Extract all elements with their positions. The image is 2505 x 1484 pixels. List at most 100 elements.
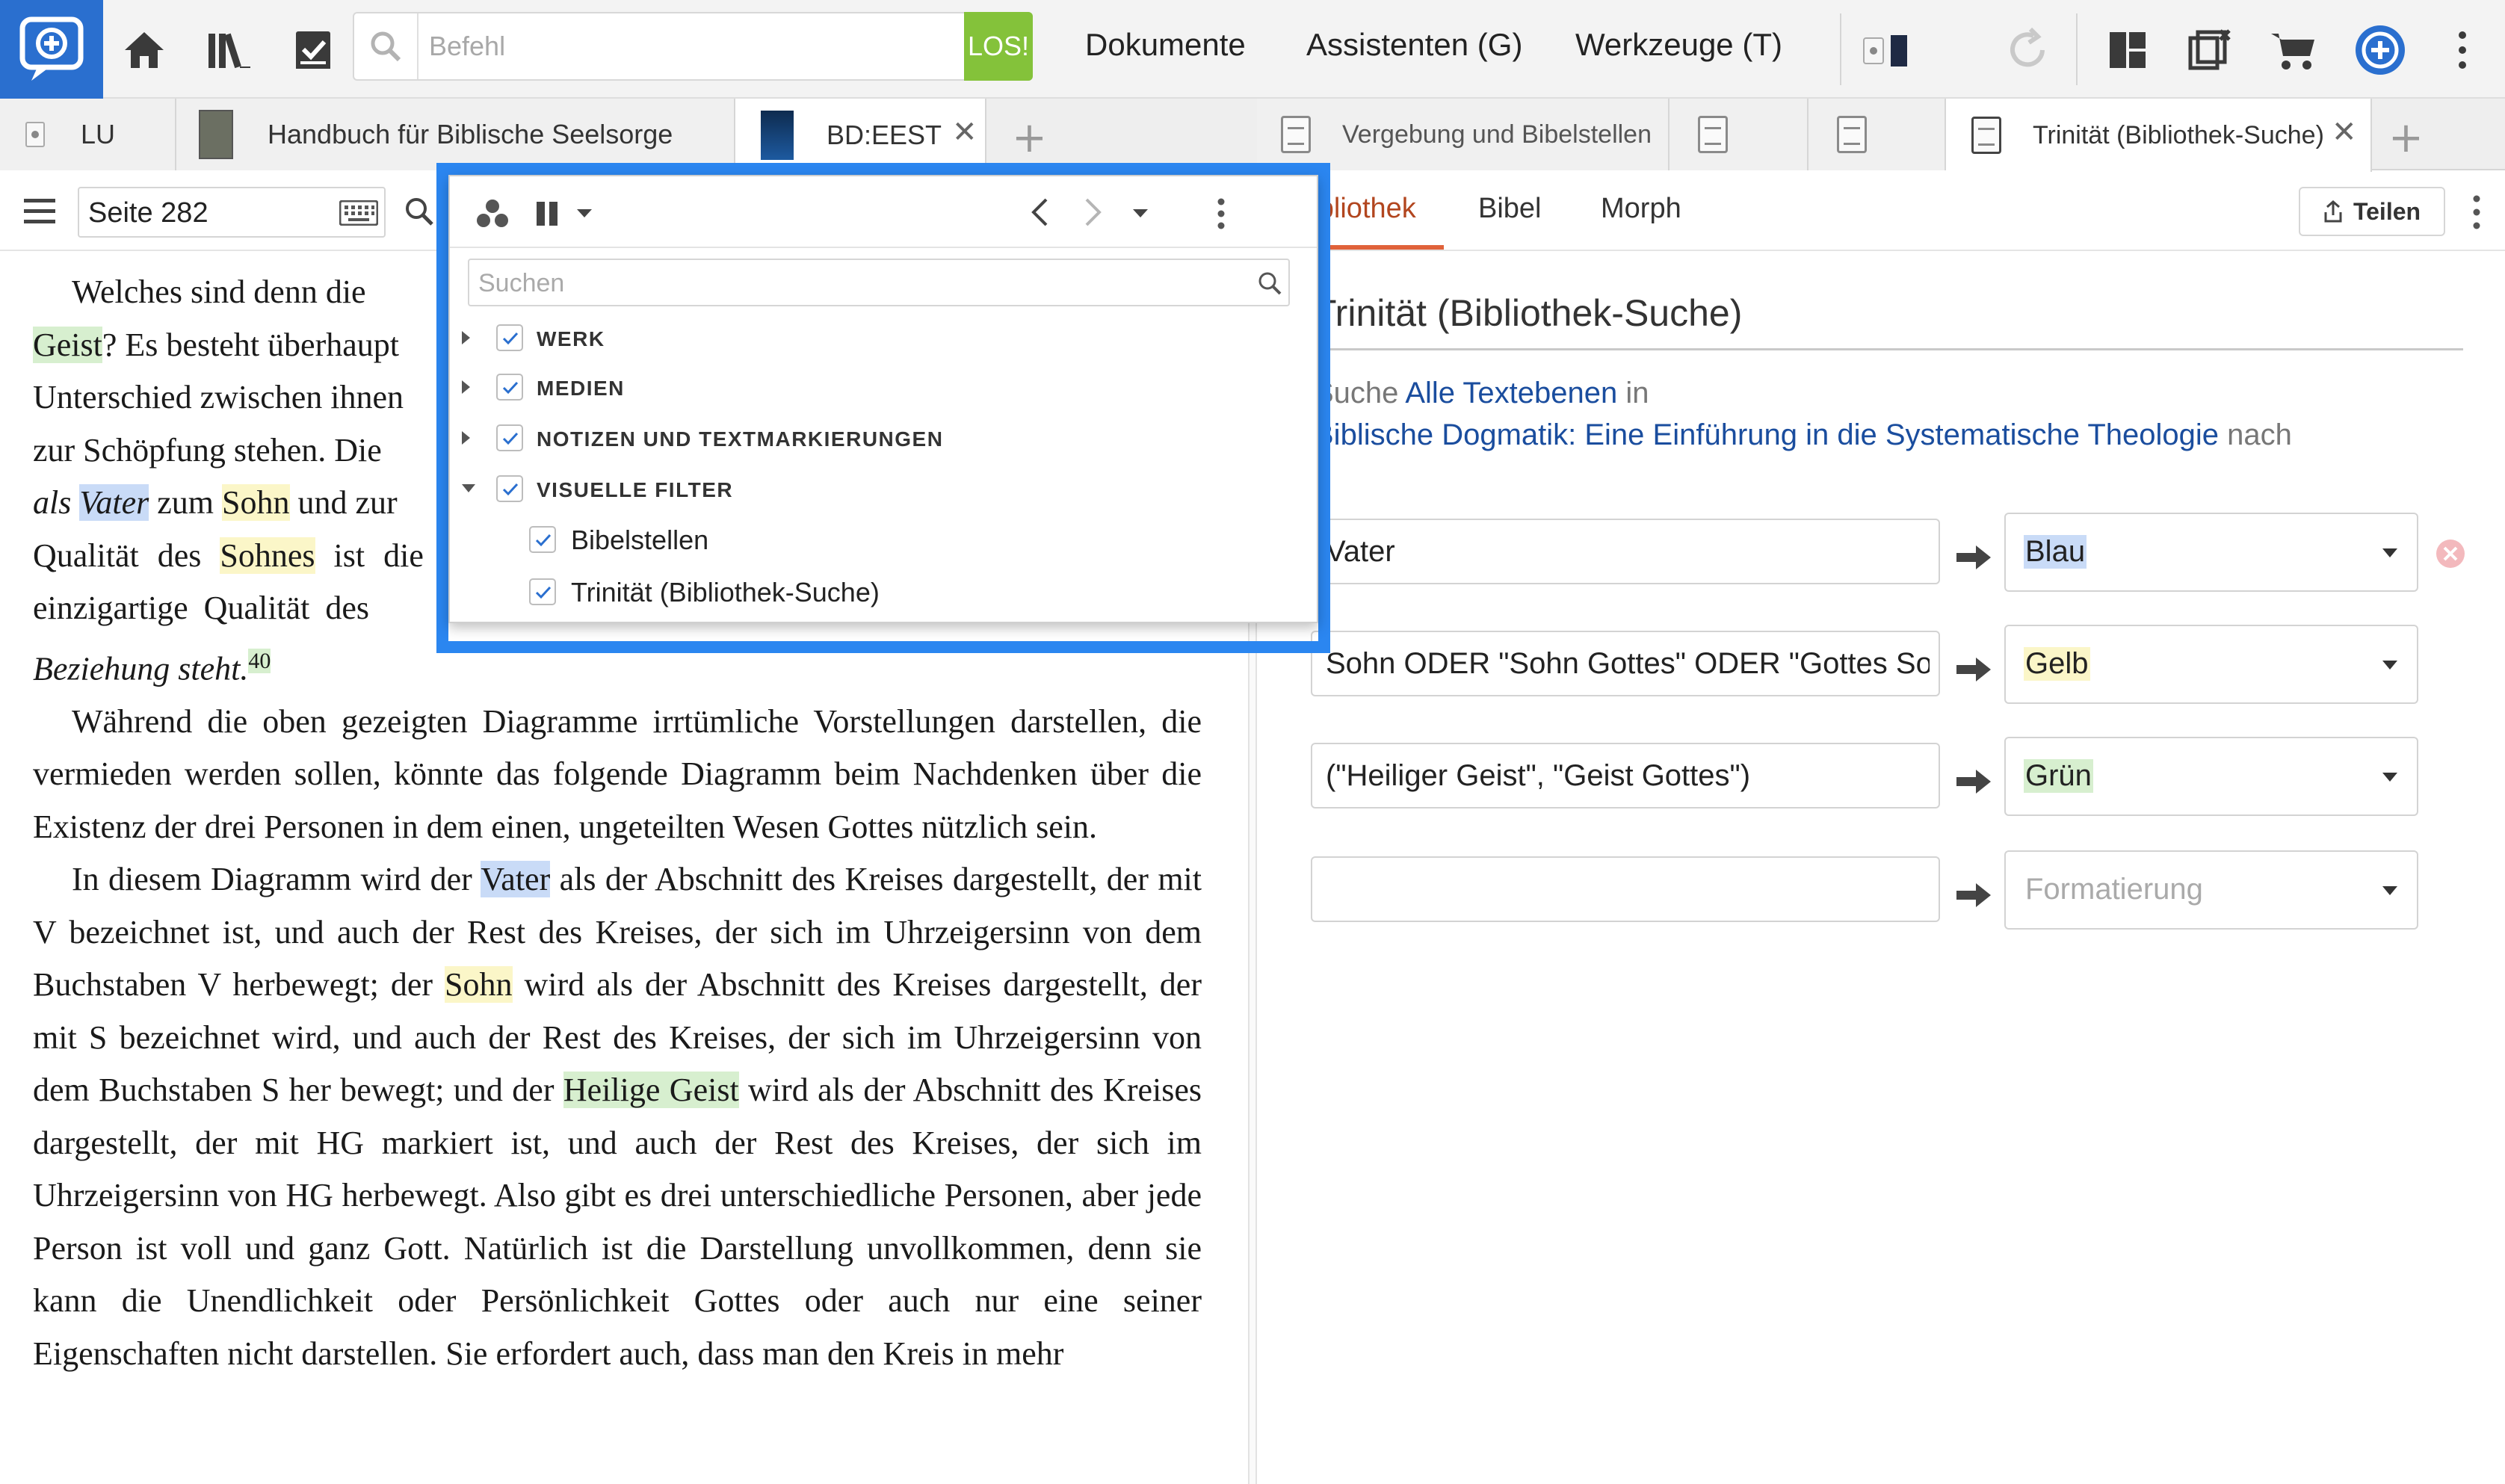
tab-trinitaet[interactable]: Trinität (Bibliothek-Suche) ✕ [1946, 99, 2372, 172]
format-dropdown[interactable]: Grün [2004, 737, 2418, 816]
highlight-sohn[interactable]: Sohn [222, 484, 290, 521]
filter-search-field [468, 259, 1290, 306]
close-all-panels-icon[interactable] [2176, 16, 2243, 84]
layout-thumbnail-icon[interactable] [1853, 16, 1921, 84]
keyboard-icon[interactable] [339, 200, 378, 226]
filter-label: Trinität (Bibliothek-Suche) [571, 577, 880, 607]
home-icon[interactable] [111, 16, 178, 84]
go-button[interactable]: LOS! [964, 12, 1033, 81]
filter-checkbox[interactable] [496, 475, 523, 502]
logos-logo-icon[interactable] [0, 0, 103, 99]
share-button[interactable]: Teilen [2299, 187, 2445, 236]
text-levels-link[interactable]: Alle Textebenen [1405, 377, 1617, 409]
page-input[interactable] [88, 196, 312, 230]
text-fragment: Qualität des [33, 537, 220, 574]
reader-paragraph: Qualität des Sohnes ist die [33, 530, 451, 583]
filter-row-werk[interactable]: WERK [450, 315, 1317, 360]
remove-rule-icon[interactable] [2435, 538, 2466, 569]
visual-filter-icon[interactable] [475, 199, 510, 229]
highlight-vater[interactable]: Vater [79, 484, 149, 521]
menu-documents[interactable]: Dokumente [1085, 27, 1246, 63]
scope-text: nach [2219, 418, 2292, 451]
layouts-icon[interactable] [2094, 16, 2161, 84]
caret-down-icon[interactable] [577, 209, 592, 218]
command-input[interactable] [429, 24, 922, 69]
format-dropdown[interactable]: Gelb [2004, 625, 2418, 704]
history-caret-icon[interactable] [1133, 209, 1148, 218]
search-term-field[interactable]: ("Heiliger Geist", "Geist Gottes") [1311, 743, 1940, 809]
highlight-sohnes[interactable]: Sohnes [220, 537, 315, 574]
tab-handbuch[interactable]: Handbuch für Biblische Seelsorge [176, 99, 735, 170]
tab-document-3[interactable] [1809, 99, 1946, 170]
highlight-geist[interactable]: Geist [33, 326, 102, 363]
filter-row-bibelstellen[interactable]: Bibelstellen [450, 517, 1317, 562]
more-vertical-icon[interactable] [2472, 194, 2481, 230]
expand-icon[interactable] [462, 331, 470, 344]
format-dropdown[interactable]: Formatierung [2004, 850, 2418, 930]
filter-row-medien[interactable]: MEDIEN [450, 365, 1317, 409]
tab-document-2[interactable] [1670, 99, 1809, 170]
search-term-text: Vater [1326, 535, 1395, 568]
resource-link[interactable]: Biblische Dogmatik: Eine Einführung in d… [1314, 418, 2219, 451]
back-arrow-icon[interactable] [1030, 197, 1049, 227]
add-tab-icon[interactable]: + [2388, 114, 2424, 162]
tab-vergebung[interactable]: Vergebung und Bibelstellen [1257, 99, 1670, 170]
search-term-field[interactable] [1311, 856, 1940, 922]
search-icon[interactable] [404, 196, 435, 227]
expand-icon[interactable] [462, 380, 470, 394]
filter-checkbox[interactable] [529, 526, 556, 553]
search-term-field[interactable]: Vater [1311, 519, 1940, 584]
sync-icon[interactable] [1994, 16, 2061, 84]
filter-checkbox[interactable] [496, 374, 523, 401]
more-vertical-icon[interactable] [2429, 16, 2496, 84]
caret-down-icon [2382, 773, 2397, 782]
close-icon[interactable]: ✕ [952, 115, 977, 149]
highlight-vater[interactable]: Vater [481, 861, 551, 898]
menu-tools[interactable]: Werkzeuge (T) [1575, 27, 1782, 63]
highlight-heilige-geist[interactable]: Heilige Geist [563, 1072, 739, 1109]
cart-icon[interactable] [2260, 16, 2327, 84]
filter-label: NOTIZEN UND TEXTMARKIERUNGEN [537, 427, 944, 451]
filter-row-notizen[interactable]: NOTIZEN UND TEXTMARKIERUNGEN [450, 415, 1317, 460]
tab-morph[interactable]: Morph [1601, 193, 1681, 225]
book-cover-icon [761, 111, 794, 160]
filter-label: MEDIEN [537, 377, 625, 400]
close-icon[interactable]: ✕ [2332, 115, 2357, 149]
text-fragment: Unterschied zwischen ihnen [33, 379, 404, 415]
reader-paragraph: Während die oben gezeigten Diagramme irr… [33, 702, 1202, 845]
filter-checkbox[interactable] [496, 424, 523, 451]
tab-lu[interactable]: LU [0, 99, 176, 170]
filter-checkbox[interactable] [496, 324, 523, 351]
add-tab-icon[interactable]: + [1012, 114, 1047, 162]
book-icon [25, 122, 45, 147]
more-vertical-icon[interactable] [1217, 197, 1226, 230]
search-icon[interactable] [1257, 270, 1282, 296]
checklist-icon[interactable] [279, 16, 347, 84]
footnote-marker[interactable]: 40 [248, 648, 271, 673]
forward-arrow-icon[interactable] [1084, 197, 1103, 227]
search-resource-line: Biblische Dogmatik: Eine Einführung in d… [1314, 418, 2292, 452]
menu-assistants[interactable]: Assistenten (G) [1306, 27, 1522, 63]
filter-search-input[interactable] [478, 266, 1211, 300]
filter-row-trinitaet[interactable]: Trinität (Bibliothek-Suche) [450, 569, 1317, 614]
search-icon[interactable] [354, 13, 418, 79]
tab-bibel[interactable]: Bibel [1478, 193, 1542, 225]
format-dropdown[interactable]: Blau [2004, 513, 2418, 592]
format-label: Gelb [2024, 647, 2090, 681]
expand-icon[interactable] [462, 431, 470, 445]
visual-filter-popup: WERK MEDIEN NOTIZEN UND TEXTMARKIERUNGEN… [448, 175, 1318, 623]
caret-down-icon [2382, 661, 2397, 670]
logos-account-icon[interactable] [2347, 16, 2414, 84]
text-fragment: ist die [315, 537, 424, 574]
highlight-sohn[interactable]: Sohn [445, 966, 513, 1004]
search-term-text: ("Heiliger Geist", "Geist Gottes") [1326, 759, 1751, 792]
panel-menu-icon[interactable] [24, 197, 55, 226]
text-fragment: ? Es besteht überhaupt [102, 326, 399, 363]
search-term-field[interactable]: Sohn ODER "Sohn Gottes" ODER "Gottes Soh… [1311, 631, 1940, 696]
columns-icon[interactable] [534, 200, 560, 227]
tab-bd-eest[interactable]: BD:EEST ✕ [735, 99, 986, 172]
filter-row-visuelle-filter[interactable]: VISUELLE FILTER [450, 466, 1317, 511]
collapse-icon[interactable] [462, 484, 475, 492]
filter-checkbox[interactable] [529, 578, 556, 605]
library-icon[interactable] [196, 16, 263, 84]
